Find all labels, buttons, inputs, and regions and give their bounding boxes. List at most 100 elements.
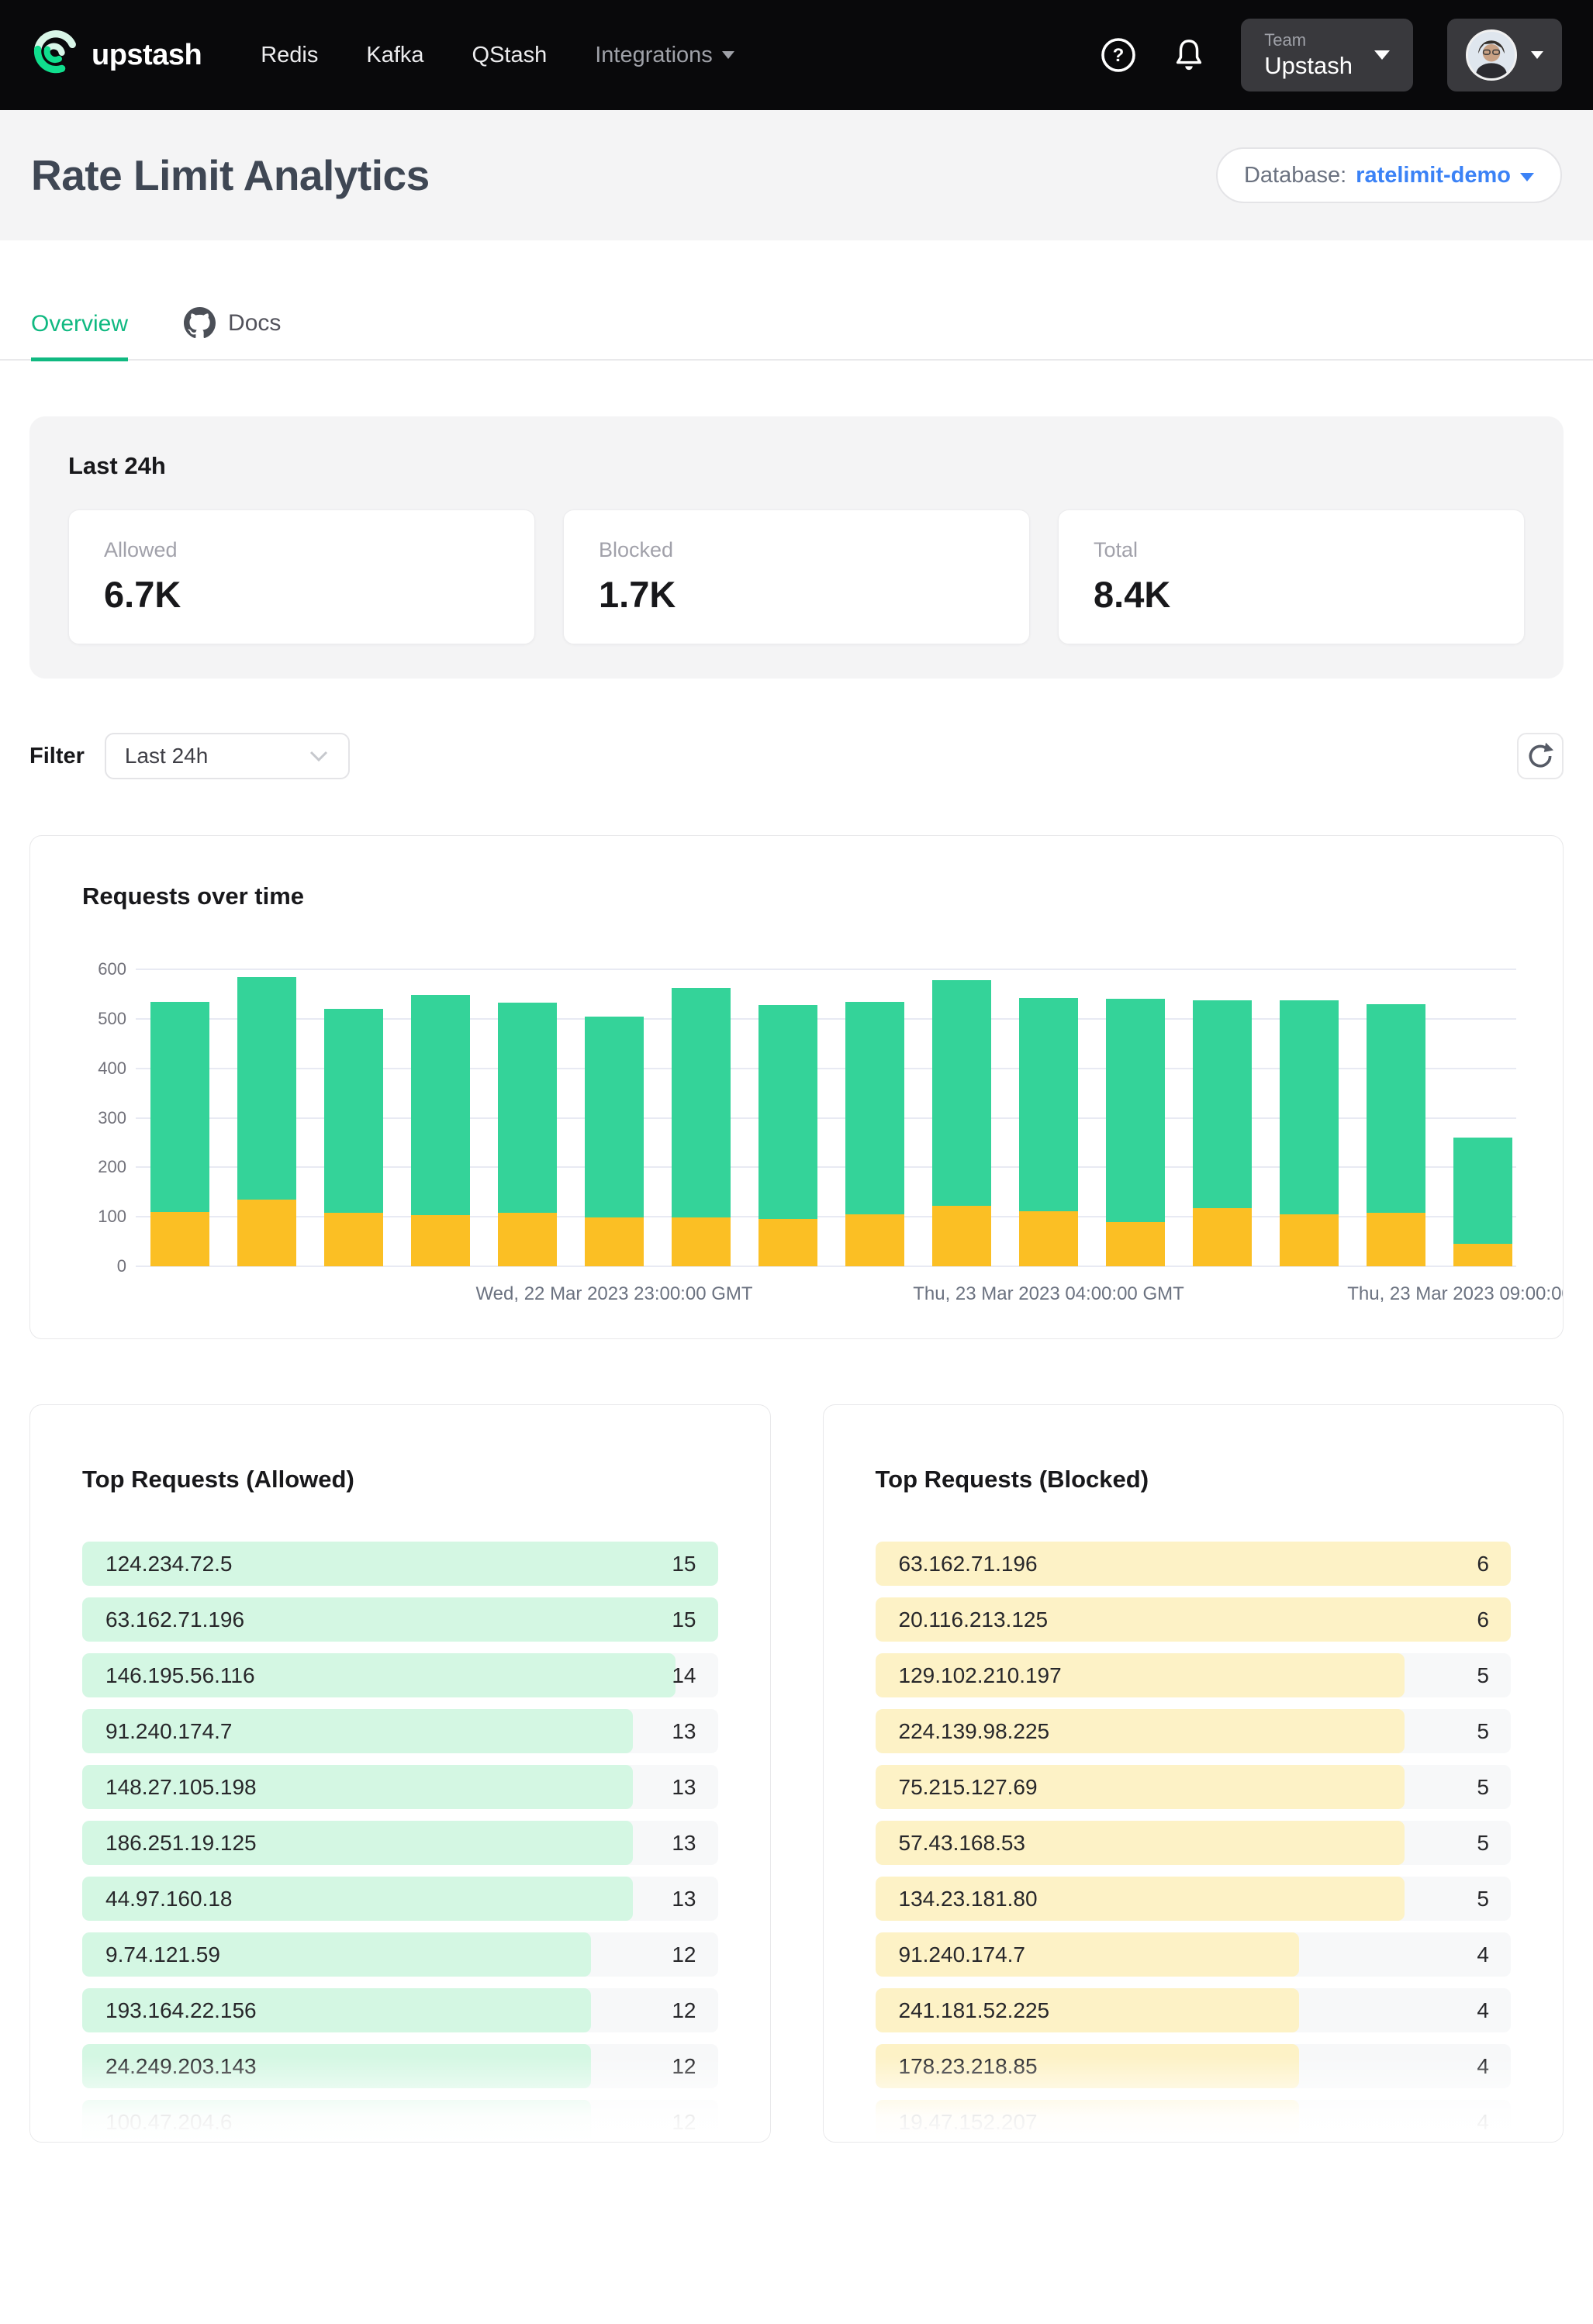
request-count: 13: [672, 1887, 696, 1911]
request-count: 4: [1477, 2110, 1489, 2135]
top-allowed-title: Top Requests (Allowed): [82, 1466, 718, 1494]
ip-address: 63.162.71.196: [899, 1552, 1038, 1576]
stat-label: Total: [1094, 538, 1489, 562]
tab-overview[interactable]: Overview: [31, 311, 128, 361]
ip-address: 124.234.72.5: [105, 1552, 233, 1576]
nav-link-redis[interactable]: Redis: [261, 43, 318, 68]
stacked-bar: [1019, 998, 1078, 1266]
list-item: 91.240.174.74: [876, 1932, 1512, 1977]
chevron-down-icon: [1531, 51, 1543, 59]
top-allowed-card: Top Requests (Allowed) 124.234.72.5 15 63.…: [29, 1404, 771, 2143]
stat-value: 8.4K: [1094, 573, 1489, 616]
tab-docs[interactable]: Docs: [184, 307, 281, 359]
list-item: 193.164.22.15612: [82, 1988, 718, 2032]
filter-label: Filter: [29, 744, 85, 769]
stacked-bar: [498, 1003, 557, 1266]
ip-address: 57.43.168.53: [899, 1831, 1026, 1856]
ip-address: 91.240.174.7: [899, 1942, 1026, 1967]
list-item: 100.47.204.612: [82, 2100, 718, 2143]
ip-address: 148.27.105.198: [105, 1775, 257, 1800]
top-requests-row: Top Requests (Allowed) 124.234.72.5 15 63.…: [29, 1404, 1564, 2143]
refresh-button[interactable]: [1517, 733, 1564, 779]
list-item: 241.181.52.2254: [876, 1988, 1512, 2032]
list-item: 9.74.121.5912: [82, 1932, 718, 1977]
list-item: 63.162.71.19615: [82, 1597, 718, 1642]
blocked-segment: [411, 1215, 470, 1266]
nav-link-kafka[interactable]: Kafka: [366, 43, 423, 68]
nav-links: Redis Kafka QStash Integrations: [261, 43, 734, 68]
allowed-segment: [585, 1017, 644, 1218]
list-item: 186.251.19.12513: [82, 1821, 718, 1865]
blocked-segment: [1019, 1211, 1078, 1266]
stacked-bar: [411, 995, 470, 1266]
request-count: 12: [672, 1998, 696, 2023]
x-tick-label: Thu, 23 Mar 2023 04:00:00 GMT: [913, 1283, 1184, 1305]
filter-row: Filter Last 24h: [29, 733, 1564, 779]
allowed-segment: [1280, 1000, 1339, 1214]
brand-name: upstash: [92, 39, 202, 72]
x-tick-label: Wed, 22 Mar 2023 23:00:00 GMT: [475, 1283, 752, 1305]
stat-value: 6.7K: [104, 573, 499, 616]
tab-docs-label: Docs: [228, 310, 281, 337]
stacked-bar: [150, 1002, 209, 1266]
filter-selected-value: Last 24h: [125, 744, 208, 768]
blocked-segment: [672, 1217, 731, 1266]
top-blocked-title: Top Requests (Blocked): [876, 1466, 1512, 1494]
question-circle-icon: ?: [1100, 36, 1137, 74]
refresh-icon: [1526, 741, 1555, 771]
stacked-bar: [1106, 999, 1165, 1266]
stacked-bar: [932, 980, 991, 1266]
upstash-logo[interactable]: upstash: [31, 25, 202, 85]
blocked-segment: [324, 1213, 383, 1266]
allowed-segment: [1193, 1000, 1252, 1208]
list-item: 129.102.210.1975: [876, 1653, 1512, 1697]
stacked-bar: [672, 988, 731, 1266]
team-switcher[interactable]: Team Upstash: [1241, 19, 1413, 92]
request-count: 5: [1477, 1663, 1489, 1688]
notifications-button[interactable]: [1171, 36, 1207, 74]
chart-bars: [136, 969, 1516, 1266]
blocked-segment: [1193, 1208, 1252, 1266]
nav-link-qstash[interactable]: QStash: [472, 43, 548, 68]
blocked-segment: [1367, 1213, 1425, 1266]
chart-title: Requests over time: [82, 882, 1516, 910]
request-count: 5: [1477, 1719, 1489, 1744]
ip-address: 186.251.19.125: [105, 1831, 257, 1856]
stats-panel: Last 24h Allowed 6.7K Blocked 1.7K Total…: [29, 416, 1564, 679]
blocked-segment: [1106, 1222, 1165, 1266]
chevron-down-icon: [1374, 50, 1390, 60]
y-tick-label: 300: [98, 1108, 126, 1128]
ip-address: 146.195.56.116: [105, 1663, 255, 1688]
team-name: Upstash: [1264, 51, 1353, 80]
request-count: 15: [672, 1552, 696, 1576]
ip-address: 134.23.181.80: [899, 1887, 1038, 1911]
allowed-segment: [1367, 1004, 1425, 1213]
team-label: Team: [1264, 30, 1353, 50]
y-tick-label: 400: [98, 1058, 126, 1079]
stacked-bar: [237, 977, 296, 1266]
top-allowed-rows: 124.234.72.5 15 63.162.71.19615 146.195.56.…: [82, 1542, 718, 2143]
nav-link-integrations[interactable]: Integrations: [595, 43, 734, 68]
y-tick-label: 100: [98, 1207, 126, 1227]
x-tick-label: Thu, 23 Mar 2023 09:00:00 GMT: [1347, 1283, 1564, 1305]
stacked-bar: [845, 1002, 904, 1266]
allowed-segment: [411, 995, 470, 1215]
y-tick-label: 500: [98, 1009, 126, 1029]
list-item: 146.195.56.11614: [82, 1653, 718, 1697]
stat-value: 1.7K: [599, 573, 994, 616]
stacked-bar: [585, 1017, 644, 1266]
nav-link-integrations-label: Integrations: [595, 43, 713, 68]
request-count: 4: [1477, 2054, 1489, 2079]
allowed-segment: [672, 988, 731, 1217]
filter-select[interactable]: Last 24h: [105, 733, 350, 779]
top-nav: upstash Redis Kafka QStash Integrations …: [0, 0, 1593, 110]
database-selector[interactable]: Database: ratelimit-demo: [1216, 147, 1562, 203]
help-button[interactable]: ?: [1100, 36, 1137, 74]
request-count: 12: [672, 2110, 696, 2135]
allowed-segment: [237, 977, 296, 1200]
ip-address: 44.97.160.18: [105, 1887, 233, 1911]
ip-address: 241.181.52.225: [899, 1998, 1050, 2023]
ip-address: 178.23.218.85: [899, 2054, 1038, 2079]
account-menu[interactable]: [1447, 19, 1562, 92]
blocked-segment: [758, 1219, 817, 1266]
